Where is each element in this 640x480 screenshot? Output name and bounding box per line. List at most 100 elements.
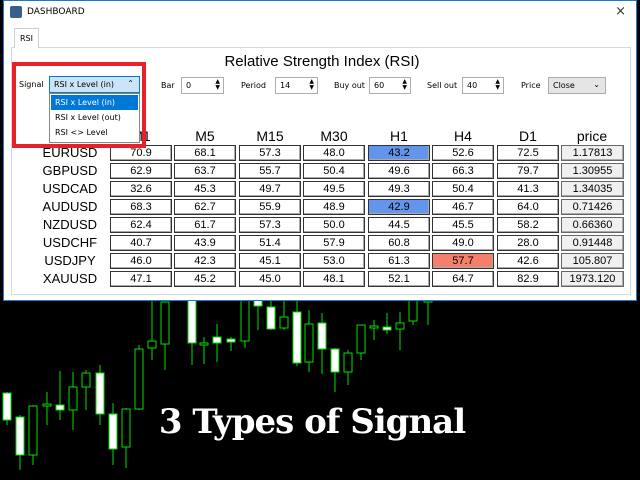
candle-body (240, 299, 250, 342)
rsi-cell: 43.2 (368, 145, 430, 161)
rsi-cell: 32.6 (110, 181, 172, 197)
spin-arrows-icon[interactable]: ▲ ▼ (309, 79, 314, 91)
candle-body (279, 316, 289, 329)
rsi-cell: 50.4 (432, 181, 494, 197)
candle-body (317, 322, 327, 350)
rsi-cell: 28.0 (497, 235, 559, 251)
price-cell: 105.807 (561, 253, 624, 269)
dashboard-window: DASHBOARD × RSI Relative Strength Index … (3, 0, 637, 301)
rsi-cell: 45.2 (174, 271, 236, 287)
period-stepper[interactable]: 14 ▲ ▼ (275, 77, 318, 94)
spin-arrows-icon[interactable]: ▲ ▼ (402, 79, 407, 91)
column-header: M30 (320, 128, 348, 144)
rsi-cell: 49.3 (368, 181, 430, 197)
rsi-cell: 45.5 (432, 217, 494, 233)
rsi-cell: 53.0 (303, 253, 365, 269)
sellout-label: Sell out (427, 81, 458, 90)
price-cell: 1.34035 (561, 181, 624, 197)
candle-body (292, 311, 302, 364)
price-cell: 1.30955 (561, 163, 624, 179)
price-cell: 0.71426 (561, 199, 624, 215)
rsi-cell: 62.9 (110, 163, 172, 179)
candle-body (343, 352, 353, 373)
rsi-cell: 79.7 (497, 163, 559, 179)
candle-body (356, 324, 366, 354)
candle-body (330, 348, 340, 373)
period-label: Period (241, 81, 266, 90)
rsi-cell: 46.7 (432, 199, 494, 215)
rsi-cell: 42.3 (174, 253, 236, 269)
column-header: H4 (454, 128, 472, 144)
rsi-cell: 48.1 (303, 271, 365, 287)
rsi-cell: 61.3 (368, 253, 430, 269)
rsi-cell: 57.3 (239, 145, 301, 161)
rsi-cell: 49.6 (368, 163, 430, 179)
price-select[interactable]: Close ⌄ (548, 77, 606, 94)
buyout-value: 60 (374, 81, 385, 90)
symbol-label: GBPUSD (42, 163, 98, 178)
column-header: H1 (390, 128, 408, 144)
rsi-cell: 52.1 (368, 271, 430, 287)
candle-body (266, 306, 276, 330)
rsi-cell: 72.5 (497, 145, 559, 161)
column-header: M5 (195, 128, 215, 144)
price-cell: 0.66360 (561, 217, 624, 233)
period-value: 14 (280, 81, 291, 90)
rsi-cell: 63.7 (174, 163, 236, 179)
column-header: M15 (256, 128, 284, 144)
rsi-cell: 52.6 (432, 145, 494, 161)
buyout-stepper[interactable]: 60 ▲ ▼ (369, 77, 411, 94)
buyout-label: Buy out (334, 81, 365, 90)
rsi-cell: 60.8 (368, 235, 430, 251)
column-header: D1 (519, 128, 537, 144)
symbol-label: USDCAD (42, 181, 98, 196)
highlight-box (12, 62, 146, 148)
caption: 3 Types of Signal (158, 402, 466, 442)
candle-body (304, 323, 314, 363)
bar-stepper[interactable]: 0 ▲ ▼ (181, 77, 224, 94)
candle-body (147, 340, 157, 349)
rsi-cell: 42.9 (368, 199, 430, 215)
chevron-down-icon: ⌄ (593, 80, 600, 89)
rsi-cell: 61.7 (174, 217, 236, 233)
price-cell: 1973.120 (561, 271, 624, 287)
rsi-cell: 46.0 (110, 253, 172, 269)
rsi-cell: 68.1 (174, 145, 236, 161)
candle-body (81, 372, 91, 388)
rsi-cell: 57.7 (432, 253, 494, 269)
title-bar: DASHBOARD (4, 1, 636, 23)
rsi-cell: 43.9 (174, 235, 236, 251)
rsi-cell: 57.3 (239, 217, 301, 233)
price-select-value: Close (553, 81, 575, 90)
bar-value: 0 (186, 81, 192, 90)
rsi-cell: 49.0 (432, 235, 494, 251)
rsi-cell: 41.3 (497, 181, 559, 197)
candle-body (187, 299, 197, 344)
symbol-label: AUDUSD (42, 199, 98, 214)
candle-body (369, 325, 379, 329)
rsi-cell: 68.3 (110, 199, 172, 215)
rsi-cell: 45.0 (239, 271, 301, 287)
close-icon[interactable]: × (615, 4, 626, 19)
rsi-cell: 47.1 (110, 271, 172, 287)
rsi-cell: 40.7 (110, 235, 172, 251)
price-label: Price (521, 81, 541, 90)
sellout-stepper[interactable]: 40 ▲ ▼ (462, 77, 504, 94)
rsi-cell: 66.3 (432, 163, 494, 179)
rsi-cell: 62.7 (174, 199, 236, 215)
candle-body (382, 326, 392, 331)
rsi-cell: 48.9 (303, 199, 365, 215)
candle-body (134, 348, 144, 410)
rsi-cell: 55.7 (239, 163, 301, 179)
spin-arrows-icon[interactable]: ▲ ▼ (495, 79, 500, 91)
rsi-cell: 44.5 (368, 217, 430, 233)
rsi-cell: 58.2 (497, 217, 559, 233)
rsi-cell: 51.4 (239, 235, 301, 251)
rsi-cell: 42.6 (497, 253, 559, 269)
tab-rsi[interactable]: RSI (14, 28, 39, 48)
candle-body (212, 336, 222, 344)
window-title: DASHBOARD (27, 7, 85, 17)
candle-body (226, 338, 236, 343)
rsi-cell: 55.9 (239, 199, 301, 215)
spin-arrows-icon[interactable]: ▲ ▼ (215, 79, 220, 91)
